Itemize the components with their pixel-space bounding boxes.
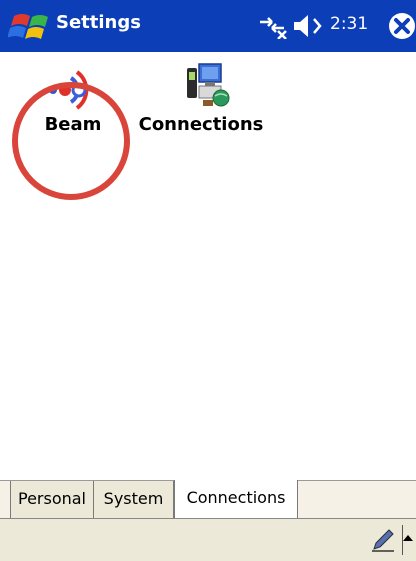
connectivity-icon[interactable] (258, 13, 288, 39)
tab-personal[interactable]: Personal (10, 481, 94, 518)
connections-icon (187, 63, 230, 107)
beam-app[interactable]: Beam (32, 60, 114, 135)
close-icon[interactable] (387, 11, 416, 41)
command-bar (0, 518, 416, 561)
title-bar: Settings 2:31 (0, 0, 416, 52)
connections-app[interactable]: Connections (138, 60, 264, 135)
windows-flag-icon[interactable] (8, 8, 54, 44)
sip-up-arrow-icon[interactable] (402, 525, 416, 555)
settings-content: Beam Connections (0, 52, 416, 480)
tab-system[interactable]: System (94, 481, 174, 518)
tab-connections[interactable]: Connections (174, 480, 298, 518)
beam-icon (49, 70, 89, 110)
pen-icon[interactable] (370, 527, 396, 553)
page-title: Settings (56, 12, 141, 33)
speaker-icon[interactable] (292, 13, 326, 39)
clock[interactable]: 2:31 (330, 14, 368, 34)
tab-strip: Personal System Connections (0, 480, 416, 519)
beam-label: Beam (44, 114, 102, 135)
connections-label: Connections (138, 114, 264, 135)
